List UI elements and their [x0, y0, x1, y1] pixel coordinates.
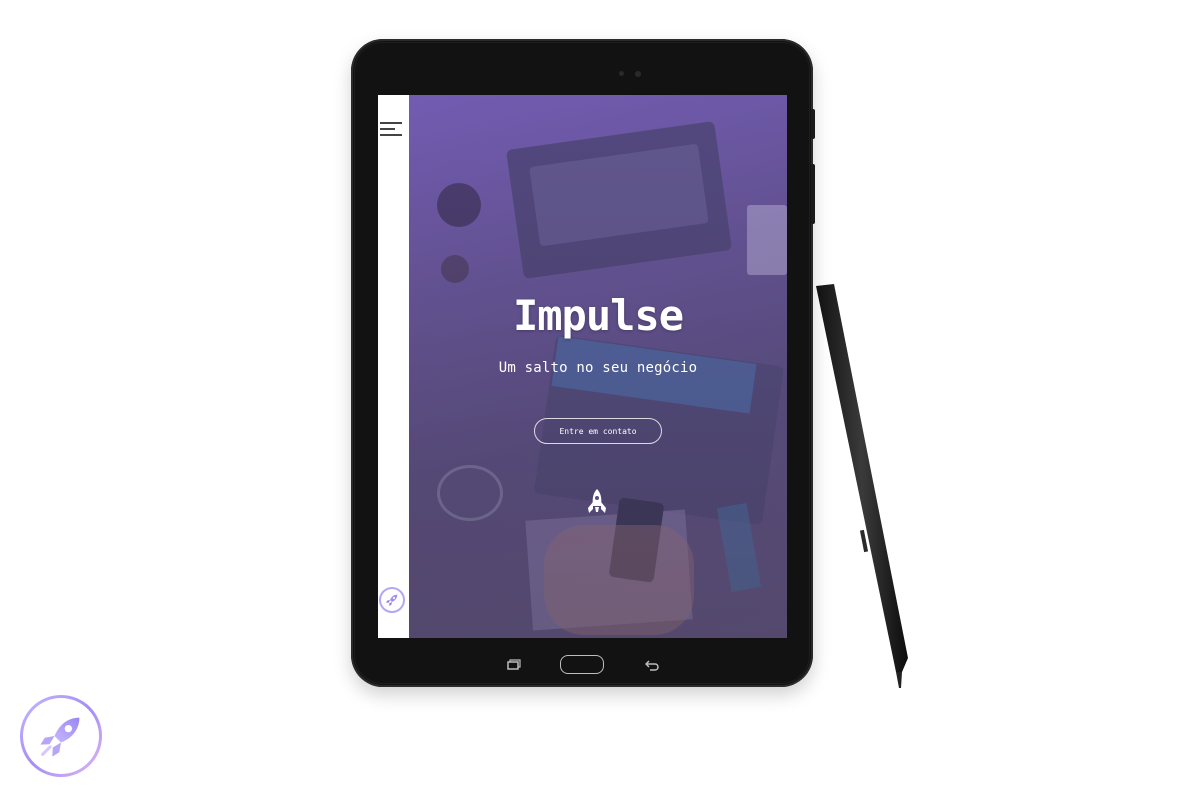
home-button[interactable] — [560, 655, 604, 674]
sensor-dot — [635, 71, 641, 77]
tablet-side-button-top — [811, 109, 815, 139]
hamburger-menu-icon[interactable] — [380, 122, 402, 138]
sidebar — [378, 95, 409, 638]
back-icon[interactable] — [645, 659, 659, 671]
hero-title: Impulse — [512, 291, 684, 340]
sidebar-logo[interactable] — [379, 587, 405, 613]
recent-apps-icon[interactable] — [507, 659, 521, 671]
rocket-icon — [40, 717, 80, 757]
tablet-screen: Impulse Um salto no seu negócio Entre em… — [378, 95, 787, 638]
rocket-icon — [386, 594, 398, 606]
contact-button[interactable]: Entre em contato — [534, 418, 662, 444]
page: Impulse Um salto no seu negócio Entre em… — [0, 0, 1186, 801]
floating-logo-button[interactable] — [20, 695, 102, 777]
hero-section: Impulse Um salto no seu negócio Entre em… — [409, 95, 787, 638]
rocket-icon — [588, 489, 606, 513]
camera-dot — [619, 71, 624, 76]
tablet-side-button-bottom — [811, 164, 815, 224]
stylus-pen — [816, 284, 908, 688]
tablet-device: Impulse Um salto no seu negócio Entre em… — [351, 39, 815, 687]
hero-subtitle: Um salto no seu negócio — [498, 360, 698, 376]
